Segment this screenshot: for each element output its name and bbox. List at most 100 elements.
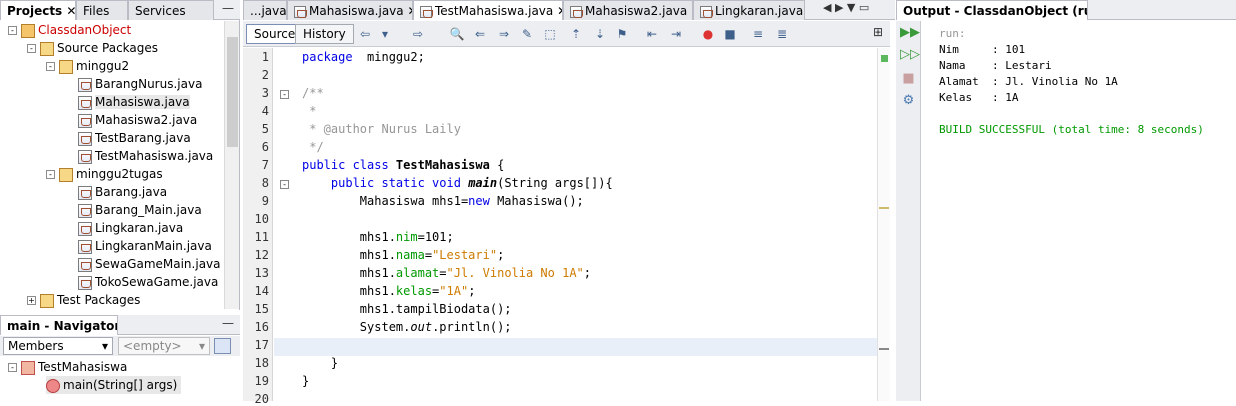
- code-line[interactable]: [274, 338, 877, 356]
- tree-item[interactable]: SewaGameMain.java: [65, 255, 221, 273]
- code-token: (String args[]){: [497, 176, 613, 190]
- code-token: }: [302, 356, 339, 370]
- settings-icon[interactable]: ⚙: [900, 93, 917, 109]
- tab-files[interactable]: Files: [76, 0, 128, 20]
- next-bookmark-icon[interactable]: ⇣: [591, 25, 609, 43]
- tree-item[interactable]: - ClassdanObject: [8, 21, 131, 39]
- prev-bookmark-icon[interactable]: ⇡: [567, 25, 585, 43]
- collapse-icon[interactable]: -: [8, 26, 17, 35]
- tree-item[interactable]: Barang.java: [65, 183, 167, 201]
- code-line[interactable]: System.out.println();: [302, 320, 512, 334]
- tree-item[interactable]: TokoSewaGame.java: [65, 273, 218, 291]
- back-icon[interactable]: ⇦: [356, 25, 374, 43]
- collapse-icon[interactable]: -: [8, 363, 17, 372]
- filter-select[interactable]: <empty> ▾: [118, 337, 210, 355]
- toggle-highlight-icon[interactable]: ✎: [518, 25, 536, 43]
- split-window-icon[interactable]: ⊞: [873, 25, 887, 41]
- code-token: Mahasiswa mhs1=: [302, 194, 469, 208]
- tree-item[interactable]: Barang_Main.java: [65, 201, 202, 219]
- tree-item[interactable]: - minggu2tugas: [46, 165, 163, 183]
- tab-navigator[interactable]: main - Navigator ✕: [0, 315, 118, 335]
- tab-nav-arrows[interactable]: ◀ ▶ ▼ ▭: [823, 1, 869, 14]
- collapse-icon[interactable]: -: [46, 170, 55, 179]
- java-file-icon: [78, 275, 92, 290]
- last-edit-icon[interactable]: ⇨: [409, 25, 427, 43]
- code-token: *: [302, 104, 317, 118]
- caret-mark: [879, 348, 889, 350]
- tree-item[interactable]: LingkaranMain.java: [65, 237, 212, 255]
- toggle-bookmark-icon[interactable]: ⚑: [613, 25, 631, 43]
- tab-services[interactable]: Services: [128, 0, 214, 20]
- tree-item[interactable]: Mahasiswa2.java: [65, 111, 197, 129]
- output-line: Kelas : 1A: [939, 91, 1019, 104]
- rerun-icon[interactable]: ▶▶: [900, 25, 920, 41]
- shift-right-icon[interactable]: ⇥: [667, 25, 685, 43]
- tree-item[interactable]: - Source Packages: [27, 39, 158, 57]
- editor-tab-2[interactable]: TestMahasiswa.java ✕: [413, 0, 563, 20]
- collapse-icon[interactable]: -: [27, 44, 36, 53]
- code-area[interactable]: package minggu2; /** * * @author Nurus La…: [274, 48, 877, 401]
- comment-icon[interactable]: ≡: [749, 25, 767, 43]
- code-line[interactable]: *: [302, 104, 316, 118]
- minimize-icon[interactable]: —: [222, 316, 234, 330]
- close-icon[interactable]: ✕: [66, 4, 75, 18]
- next-occurrence-icon[interactable]: ⇒: [495, 25, 513, 43]
- tree-item[interactable]: BarangNurus.java: [65, 75, 202, 93]
- record-macro-icon[interactable]: ●: [699, 25, 717, 43]
- error-stripe[interactable]: [877, 48, 890, 401]
- tree-item[interactable]: TestBarang.java: [65, 129, 191, 147]
- editor-tab-4[interactable]: Lingkaran.java...: [693, 0, 805, 20]
- uncomment-icon[interactable]: ≣: [773, 25, 791, 43]
- tree-scroll-thumb[interactable]: [227, 37, 238, 147]
- stop-macro-icon[interactable]: ■: [721, 25, 739, 43]
- code-line[interactable]: public static void main(String args[]){: [302, 176, 613, 190]
- editor-tab-0[interactable]: ...java: [243, 0, 287, 20]
- code-line[interactable]: * @author Nurus Laily: [302, 122, 461, 136]
- nav-method-node[interactable]: main(String[] args): [46, 376, 182, 394]
- code-line[interactable]: package minggu2;: [302, 50, 425, 64]
- tree-item[interactable]: TestMahasiswa.java: [65, 147, 213, 165]
- code-line[interactable]: */: [302, 140, 324, 154]
- line-number: 15: [254, 302, 269, 316]
- code-token: */: [302, 140, 324, 154]
- tree-scrollbar[interactable]: [224, 21, 239, 309]
- nav-class-node[interactable]: - TestMahasiswa: [8, 358, 127, 376]
- code-line[interactable]: }: [302, 374, 309, 388]
- shift-left-icon[interactable]: ⇤: [643, 25, 661, 43]
- tree-item[interactable]: Mahasiswa.java: [65, 93, 190, 111]
- code-line[interactable]: /**: [302, 86, 324, 100]
- search-icon[interactable]: 🔍: [448, 25, 466, 43]
- code-line[interactable]: mhs1.alamat="Jl. Vinolia No 1A";: [302, 266, 591, 280]
- select-icon[interactable]: ⬚: [541, 25, 559, 43]
- tab-projects[interactable]: Projects ✕: [0, 0, 76, 20]
- members-select[interactable]: Members ▾: [3, 337, 113, 355]
- history-button[interactable]: History: [295, 24, 354, 44]
- collapse-icon[interactable]: -: [46, 62, 55, 71]
- code-line[interactable]: mhs1.nama="Lestari";: [302, 248, 505, 262]
- editor-tab-label: Mahasiswa2.java: [585, 4, 688, 18]
- forward-icon[interactable]: ▾: [376, 25, 394, 43]
- code-line[interactable]: mhs1.tampilBiodata();: [302, 302, 512, 316]
- tab-output[interactable]: Output - ClassdanObject (run) ✕: [896, 0, 1088, 20]
- expand-icon[interactable]: +: [27, 296, 36, 305]
- output-console[interactable]: run: Nim : 101 Nama : Lestari Alamat : Jl. …: [922, 21, 1236, 401]
- minimize-icon[interactable]: —: [222, 1, 234, 15]
- code-line[interactable]: public class TestMahasiswa {: [302, 158, 504, 172]
- code-line[interactable]: Mahasiswa mhs1=new Mahasiswa();: [302, 194, 584, 208]
- tree-item[interactable]: + Test Packages: [27, 291, 140, 309]
- rerun-options-icon[interactable]: ▷▷: [900, 47, 920, 63]
- code-line[interactable]: mhs1.nim=101;: [302, 230, 454, 244]
- code-token: kelas: [395, 284, 433, 298]
- fold-icon[interactable]: -: [280, 90, 289, 99]
- code-line[interactable]: mhs1.kelas="1A";: [302, 284, 476, 298]
- navigator-options-icon[interactable]: [214, 338, 231, 354]
- tree-item[interactable]: - minggu2: [46, 57, 129, 75]
- stop-icon[interactable]: ■: [900, 71, 917, 87]
- fold-icon[interactable]: -: [280, 180, 289, 189]
- editor-tab-1[interactable]: Mahasiswa.java ✕: [287, 0, 413, 20]
- tree-item[interactable]: Lingkaran.java: [65, 219, 183, 237]
- code-line[interactable]: }: [302, 356, 338, 370]
- prev-occurrence-icon[interactable]: ⇐: [471, 25, 489, 43]
- editor-tab-3[interactable]: Mahasiswa2.java ✕: [563, 0, 693, 20]
- warning-mark[interactable]: [879, 207, 889, 209]
